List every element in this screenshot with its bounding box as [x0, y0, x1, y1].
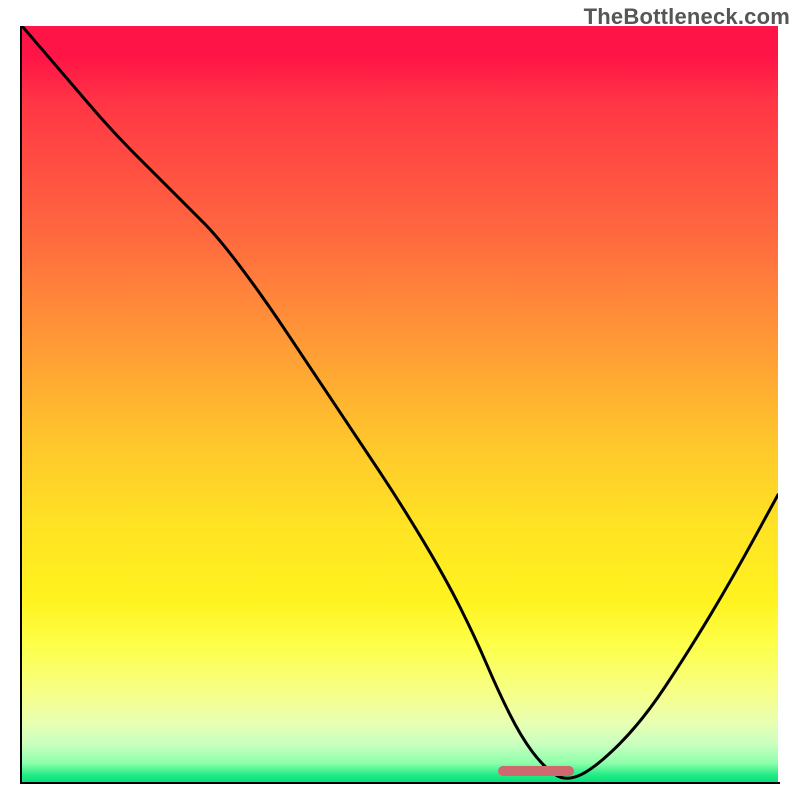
bottleneck-chart: TheBottleneck.com	[0, 0, 800, 800]
bottleneck-curve-path	[22, 26, 778, 778]
optimal-range-marker	[498, 766, 574, 776]
curve-layer	[22, 26, 778, 782]
x-axis	[20, 782, 780, 784]
